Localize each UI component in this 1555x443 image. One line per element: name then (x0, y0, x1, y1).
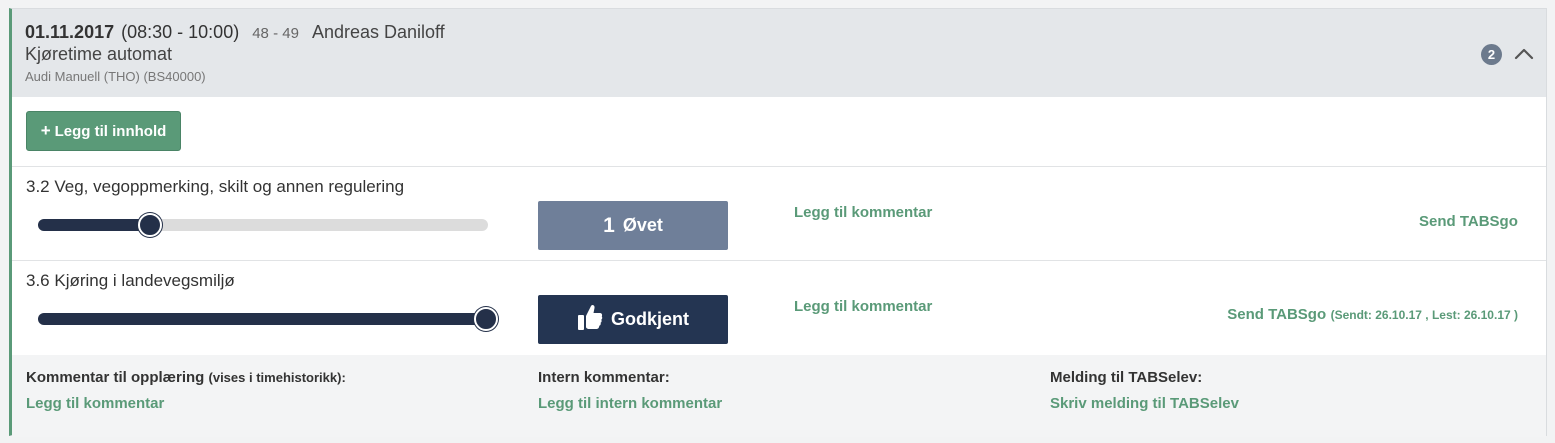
message-label: Melding til TABSelev: (1050, 369, 1203, 386)
training-comment-title: Kommentar til opplæring (26, 369, 205, 386)
status-label: Øvet (622, 215, 663, 235)
send-status-info: (Sendt: 26.10.17 , Lest: 26.10.17 ) (1330, 308, 1518, 322)
add-content-button[interactable]: + Legg til innhold (26, 111, 181, 151)
status-button-godkjent[interactable]: Godkjent (538, 295, 728, 344)
chevron-up-icon[interactable] (1513, 43, 1535, 65)
add-training-comment-link[interactable]: Legg til kommentar (26, 395, 164, 412)
slider-handle[interactable] (138, 213, 162, 237)
plus-icon: + (40, 121, 51, 140)
slider-handle[interactable] (474, 307, 498, 331)
write-message-link[interactable]: Skriv melding til TABSelev (1050, 395, 1239, 412)
thumbs-up-icon (577, 303, 603, 336)
lesson-date: 01.11.2017 (25, 22, 115, 42)
lesson-header[interactable]: 01.11.2017 (08:30 - 10:00) 48 - 49 Andre… (12, 9, 1546, 97)
send-tabsgo-link[interactable]: Send TABSgo (1227, 306, 1326, 323)
add-content-label: Legg til innhold (54, 122, 167, 140)
slider-fill (38, 219, 150, 231)
vehicle-info: Audi Manuell (THO) (BS40000) (25, 69, 206, 84)
lesson-numbers: 48 - 49 (252, 25, 299, 42)
count-badge: 2 (1481, 44, 1502, 65)
progress-slider[interactable] (38, 313, 488, 325)
lesson-header-line: 01.11.2017 (08:30 - 10:00) 48 - 49 Andre… (25, 22, 445, 43)
divider (12, 166, 1546, 167)
status-label: Godkjent (610, 309, 689, 329)
divider (12, 260, 1546, 261)
send-tabsgo-group: Send TABSgo (Sendt: 26.10.17 , Lest: 26.… (1227, 306, 1518, 324)
add-comment-link[interactable]: Legg til kommentar (794, 204, 932, 221)
slider-fill (38, 313, 488, 325)
add-internal-comment-link[interactable]: Legg til intern kommentar (538, 395, 722, 412)
item-title: 3.2 Veg, vegoppmerking, skilt og annen r… (26, 177, 405, 196)
training-comment-label: Kommentar til opplæring (vises i timehis… (26, 369, 346, 386)
comments-footer: Kommentar til opplæring (vises i timehis… (12, 355, 1546, 437)
status-count: 1 (603, 213, 615, 237)
training-comment-hint: (vises i timehistorikk): (208, 370, 346, 385)
student-name: Andreas Daniloff (311, 22, 445, 42)
lesson-time: (08:30 - 10:00) (121, 22, 240, 42)
send-tabsgo-link[interactable]: Send TABSgo (1419, 213, 1518, 230)
add-comment-link[interactable]: Legg til kommentar (794, 298, 932, 315)
progress-slider[interactable] (38, 219, 488, 231)
status-button-ovet[interactable]: 1 Øvet (538, 201, 728, 250)
internal-comment-label: Intern kommentar: (538, 369, 670, 386)
lesson-panel: 01.11.2017 (08:30 - 10:00) 48 - 49 Andre… (9, 8, 1547, 437)
lesson-type: Kjøretime automat (25, 44, 173, 64)
item-title: 3.6 Kjøring i landevegsmiljø (26, 271, 235, 290)
